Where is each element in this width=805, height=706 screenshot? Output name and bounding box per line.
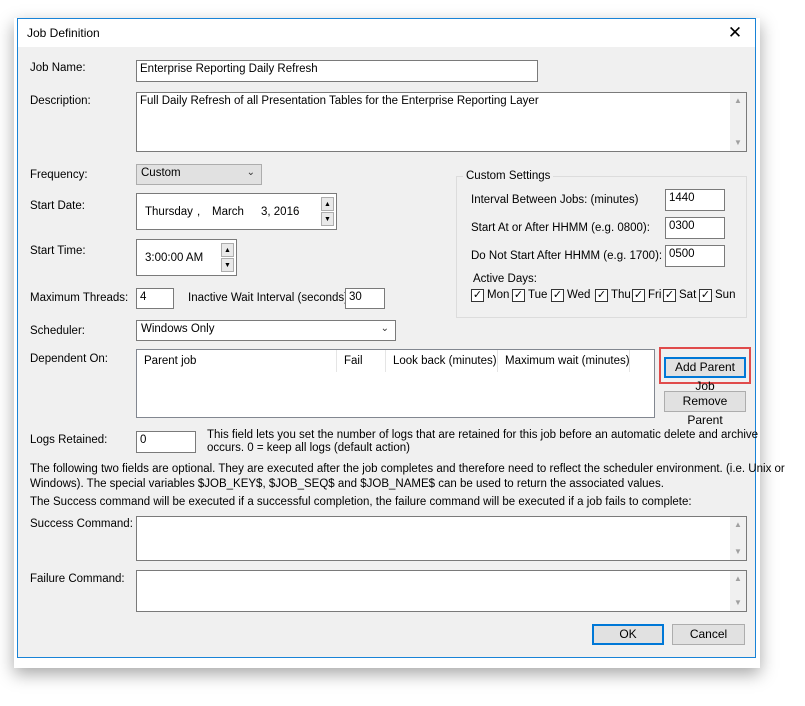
check-icon[interactable]: ✓ — [595, 289, 608, 302]
max-threads-label: Maximum Threads: — [30, 292, 129, 304]
day-label-sat: Sat — [679, 289, 697, 301]
chevron-down-icon: ⌄ — [380, 323, 389, 334]
max-threads-value: 4 — [140, 291, 147, 303]
column-header-label: Maximum wait (minutes) — [505, 355, 630, 367]
interval-value: 1440 — [669, 192, 695, 204]
check-icon[interactable]: ✓ — [471, 289, 484, 302]
spin-down-icon[interactable]: ▼ — [321, 212, 334, 226]
success-scrollbar[interactable]: ▲ ▼ — [730, 517, 746, 560]
day-label-tue: Tue — [528, 289, 548, 301]
check-icon[interactable]: ✓ — [663, 289, 676, 302]
inactive-wait-label: Inactive Wait Interval (seconds): — [188, 292, 352, 304]
day-label-thu: Thu — [611, 289, 631, 301]
start-time-picker[interactable]: 3:00:00 AM ▲ ▼ — [136, 239, 237, 276]
start-date-month: March — [212, 206, 244, 218]
job-definition-dialog: Job Definition ✕ Job Name: Enterprise Re… — [17, 18, 785, 658]
frequency-label: Frequency: — [30, 169, 88, 181]
failure-command-label: Failure Command: — [30, 573, 125, 585]
inactive-wait-input[interactable]: 30 — [345, 288, 385, 309]
start-after-input[interactable]: 0300 — [665, 217, 725, 239]
day-label-fri: Fri — [648, 289, 662, 301]
info-line3: The Success command will be executed if … — [30, 496, 692, 508]
logs-help-line1: This field lets you set the number of lo… — [207, 429, 759, 441]
spin-down-icon[interactable]: ▼ — [221, 258, 234, 272]
start-after-label: Start At or After HHMM (e.g. 0800): — [471, 222, 650, 234]
check-icon[interactable]: ✓ — [632, 289, 645, 302]
check-icon[interactable]: ✓ — [699, 289, 712, 302]
start-date-picker[interactable]: Thursday , March 3, 2016 ▲ ▼ — [136, 193, 337, 230]
column-header-label: Parent job — [144, 355, 197, 367]
spin-up-icon[interactable]: ▲ — [321, 197, 334, 211]
day-label-wed: Wed — [567, 289, 591, 301]
column-header-label: Fail — [344, 355, 363, 367]
not-after-input[interactable]: 0500 — [665, 245, 725, 267]
remove-parent-button[interactable]: Remove Parent — [664, 391, 746, 427]
job-name-value: Enterprise Reporting Daily Refresh — [140, 63, 318, 75]
start-date-comma: , — [197, 206, 201, 218]
logs-retained-label: Logs Retained: — [30, 434, 108, 446]
day-label-mon: Mon — [487, 289, 510, 301]
dialog-title: Job Definition — [27, 26, 100, 40]
check-icon[interactable]: ✓ — [512, 289, 525, 302]
column-header-parent-job[interactable]: Parent job — [137, 350, 337, 372]
day-label-sun: Sun — [715, 289, 736, 301]
logs-help-line2: occurs. 0 = keep all logs (default actio… — [207, 442, 410, 454]
start-date-day-year: 3, 2016 — [261, 206, 300, 218]
failure-scrollbar[interactable]: ▲ ▼ — [730, 571, 746, 611]
scheduler-select[interactable]: Windows Only ⌄ — [136, 320, 396, 341]
description-value: Full Daily Refresh of all Presentation T… — [140, 95, 539, 107]
scroll-up-icon[interactable]: ▲ — [730, 573, 746, 585]
start-time-value: 3:00:00 AM — [145, 252, 204, 264]
dependent-on-label: Dependent On: — [30, 353, 109, 365]
not-after-value: 0500 — [669, 248, 695, 260]
start-time-label: Start Time: — [30, 245, 86, 257]
dependent-grid[interactable]: Parent job Fail Look back (minutes) Maxi… — [136, 349, 655, 418]
chevron-down-icon: ⌄ — [246, 167, 255, 178]
not-after-label: Do Not Start After HHMM (e.g. 1700): — [471, 250, 663, 262]
start-after-value: 0300 — [669, 220, 695, 232]
active-days-label: Active Days: — [473, 273, 537, 285]
cancel-button[interactable]: Cancel — [672, 624, 745, 645]
title-bar[interactable]: Job Definition ✕ — [18, 19, 755, 47]
ok-button[interactable]: OK — [592, 624, 664, 645]
failure-command-input[interactable]: ▲ ▼ — [136, 570, 747, 612]
inactive-wait-value: 30 — [349, 291, 362, 303]
scroll-down-icon[interactable]: ▼ — [730, 546, 746, 558]
logs-retained-value: 0 — [140, 434, 147, 446]
column-header-max-wait[interactable]: Maximum wait (minutes) — [498, 350, 630, 372]
add-parent-job-button[interactable]: Add Parent Job — [664, 357, 746, 393]
description-label: Description: — [30, 95, 91, 107]
scroll-up-icon[interactable]: ▲ — [730, 95, 746, 107]
description-input[interactable]: Full Daily Refresh of all Presentation T… — [136, 92, 747, 152]
scheduler-label: Scheduler: — [30, 325, 85, 337]
interval-label: Interval Between Jobs: (minutes) — [471, 194, 639, 206]
scroll-down-icon[interactable]: ▼ — [730, 597, 746, 609]
info-line2: Windows). The special variables $JOB_KEY… — [30, 478, 664, 490]
max-threads-input[interactable]: 4 — [136, 288, 174, 309]
start-date-weekday: Thursday — [145, 206, 193, 218]
frequency-select[interactable]: Custom ⌄ — [136, 164, 262, 185]
job-name-label: Job Name: — [30, 62, 86, 74]
column-header-look-back[interactable]: Look back (minutes) — [386, 350, 498, 372]
start-date-label: Start Date: — [30, 200, 85, 212]
scroll-up-icon[interactable]: ▲ — [730, 519, 746, 531]
info-line1: The following two fields are optional. T… — [30, 463, 785, 475]
scheduler-value: Windows Only — [141, 323, 215, 335]
interval-input[interactable]: 1440 — [665, 189, 725, 211]
check-icon[interactable]: ✓ — [551, 289, 564, 302]
column-header-label: Look back (minutes) — [393, 355, 497, 367]
job-name-input[interactable]: Enterprise Reporting Daily Refresh — [136, 60, 538, 82]
description-scrollbar[interactable]: ▲ ▼ — [730, 93, 746, 151]
custom-settings-group: Custom Settings Interval Between Jobs: (… — [456, 170, 747, 318]
frequency-value: Custom — [141, 167, 181, 179]
logs-retained-input[interactable]: 0 — [136, 431, 196, 453]
success-command-input[interactable]: ▲ ▼ — [136, 516, 747, 561]
column-header-fail[interactable]: Fail — [337, 350, 386, 372]
close-icon[interactable]: ✕ — [715, 19, 755, 47]
custom-settings-title: Custom Settings — [463, 170, 554, 182]
spin-up-icon[interactable]: ▲ — [221, 243, 234, 257]
scroll-down-icon[interactable]: ▼ — [730, 137, 746, 149]
success-command-label: Success Command: — [30, 518, 133, 530]
